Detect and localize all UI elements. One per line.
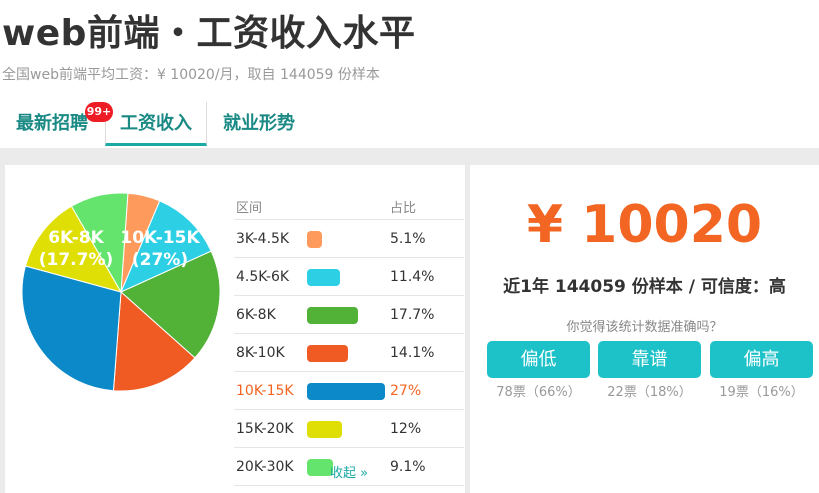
share-percent: 5.1% — [390, 231, 426, 247]
accuracy-question: 你觉得该统计数据准确吗？ — [566, 320, 723, 335]
tab-label: 工资收入 — [120, 113, 192, 134]
tab-bar: 最新招聘 工资收入 就业形势 — [0, 102, 819, 146]
tab-salary[interactable]: 工资收入 — [105, 102, 207, 146]
tab-employment[interactable]: 就业形势 — [209, 102, 309, 146]
range-label: 6K-8K — [236, 307, 276, 323]
collapse-link[interactable]: 收起 » — [234, 462, 464, 481]
range-label: 3K-4.5K — [236, 231, 290, 247]
share-percent: 14.1% — [390, 345, 435, 361]
tab-label: 最新招聘 — [16, 113, 88, 134]
ratio-column-header: 占比 — [390, 201, 417, 216]
table-row: 8K-10K 14.1% — [234, 334, 464, 372]
vote-high-button[interactable]: 偏高 — [710, 341, 813, 378]
share-bar — [307, 345, 348, 362]
distribution-card: 6K-8K (17.7%) 10K-15K (27%) 区间 占比 3K-4.5K 5.… — [5, 165, 465, 493]
sample-size-text: 近1年 144059 份样本 / 可信度：高 — [503, 277, 786, 297]
range-label: 8K-10K — [236, 345, 285, 361]
share-bar — [307, 383, 385, 400]
page-title: web前端・工资收入水平 — [2, 13, 416, 54]
table-row: 15K-20K 12% — [234, 410, 464, 448]
average-salary: ¥ 10020 — [526, 195, 763, 255]
pie-label-percent: (17.7%) — [39, 250, 114, 270]
vote-high-count: 19票（16%） — [719, 385, 804, 400]
share-bar — [307, 231, 322, 248]
share-percent: 27% — [390, 383, 422, 399]
table-row: 4.5K-6K 11.4% — [234, 258, 464, 296]
share-percent: 11.4% — [390, 269, 435, 285]
salary-distribution-table: 区间 占比 3K-4.5K 5.1% 4.5K-6K 11.4% 6K-8K 17.7% 8… — [234, 190, 464, 486]
pie-label-range: 10K-15K — [120, 228, 200, 248]
table-row: 3K-4.5K 5.1% — [234, 220, 464, 258]
table-row: 6K-8K 17.7% — [234, 296, 464, 334]
tab-label: 就业形势 — [223, 113, 295, 134]
range-label: 15K-20K — [236, 421, 294, 437]
range-column-header: 区间 — [236, 201, 263, 216]
salary-panel: 6K-8K (17.7%) 10K-15K (27%) 区间 占比 3K-4.5K 5.… — [0, 148, 819, 493]
new-jobs-badge: 99+ — [85, 102, 113, 122]
share-percent: 12% — [390, 421, 422, 437]
page-subtitle: 全国web前端平均工资：¥ 10020/月，取自 144059 份样本 — [2, 67, 380, 83]
pie-label-range: 6K-8K — [48, 228, 104, 248]
share-percent: 17.7% — [390, 307, 435, 323]
summary-card: ¥ 10020 近1年 144059 份样本 / 可信度：高 你觉得该统计数据准… — [470, 165, 819, 493]
vote-reliable-button[interactable]: 靠谱 — [598, 341, 701, 378]
range-label: 10K-15K — [236, 383, 294, 399]
share-bar — [307, 421, 342, 438]
table-row: 10K-15K 27% — [234, 372, 464, 410]
range-label: 4.5K-6K — [236, 269, 290, 285]
vote-reliable-count: 22票（18%） — [607, 385, 692, 400]
pie-label-percent: (27%) — [132, 250, 188, 270]
share-bar — [307, 307, 358, 324]
vote-low-button[interactable]: 偏低 — [487, 341, 590, 378]
salary-pie-chart: 6K-8K(17.7%) 10K-15K(27%) — [21, 192, 221, 392]
table-header: 区间 占比 — [234, 190, 464, 220]
share-bar — [307, 269, 340, 286]
vote-low-count: 78票（66%） — [496, 385, 581, 400]
